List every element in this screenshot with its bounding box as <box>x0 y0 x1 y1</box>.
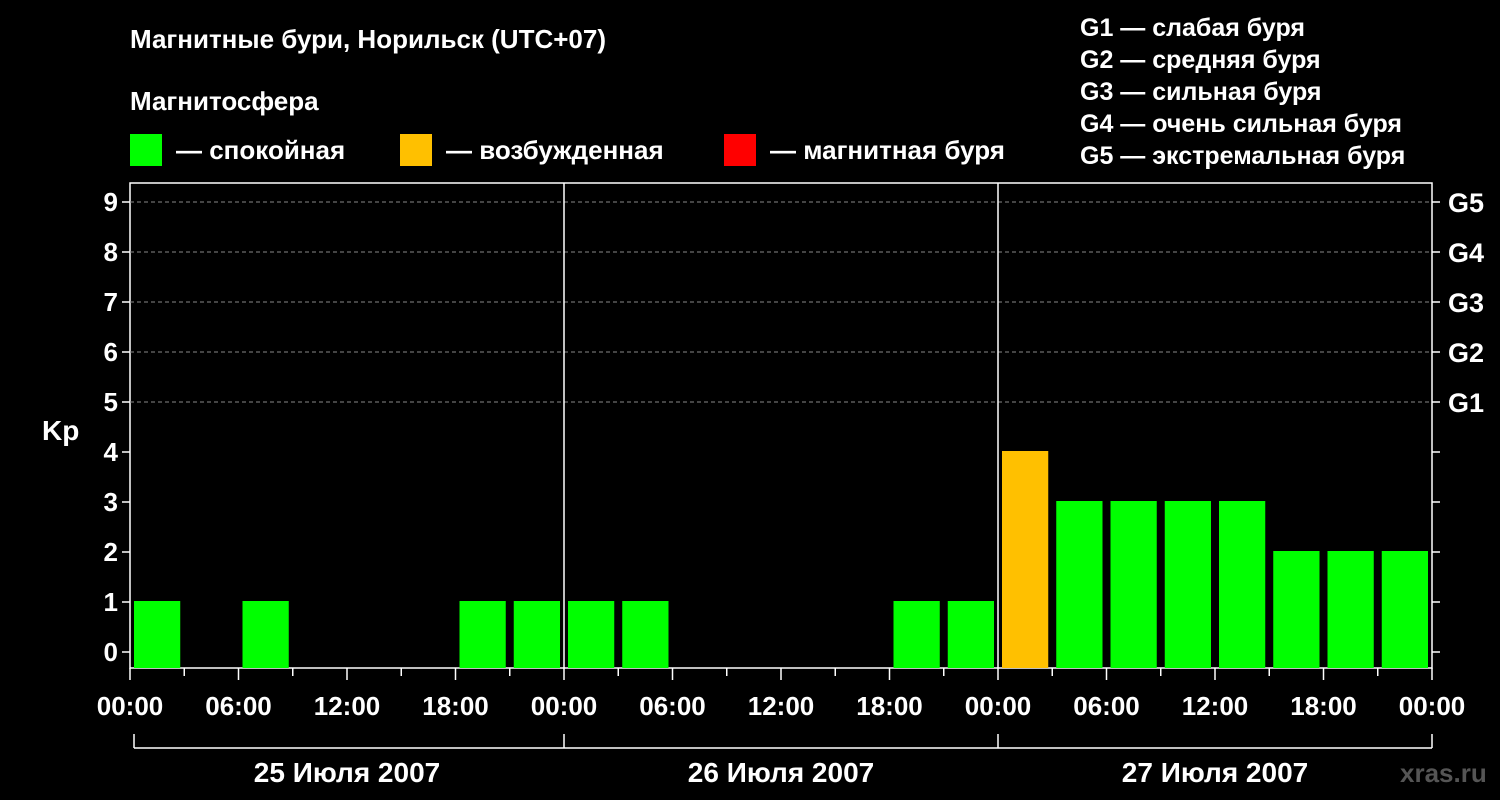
kp-bar <box>1164 501 1211 668</box>
day-label: 26 Июля 2007 <box>688 757 874 788</box>
y-tick-label: 7 <box>104 287 118 317</box>
x-tick-label: 06:00 <box>1073 691 1140 721</box>
y-tick-label: 2 <box>104 537 118 567</box>
kp-bar <box>893 601 940 668</box>
x-tick-label: 06:00 <box>205 691 272 721</box>
kp-bar-end <box>1398 601 1428 668</box>
x-tick-label: 18:00 <box>856 691 923 721</box>
x-tick-label: 00:00 <box>965 691 1032 721</box>
y-tick-label: 0 <box>104 637 118 667</box>
x-tick-label: 12:00 <box>314 691 381 721</box>
x-tick-label: 06:00 <box>639 691 706 721</box>
g-level-label: G3 <box>1448 288 1484 318</box>
kp-bar <box>1056 501 1103 668</box>
kp-bar <box>459 601 506 668</box>
g-level-label: G4 <box>1448 238 1484 268</box>
y-tick-label: 3 <box>104 487 118 517</box>
kp-bar <box>947 601 994 668</box>
day-label: 25 Июля 2007 <box>254 757 440 788</box>
y-tick-label: 6 <box>104 337 118 367</box>
x-tick-label: 00:00 <box>531 691 598 721</box>
x-tick-label: 18:00 <box>422 691 489 721</box>
day-label: 27 Июля 2007 <box>1122 757 1308 788</box>
g-level-label: G2 <box>1448 338 1484 368</box>
x-tick-label: 12:00 <box>748 691 815 721</box>
x-tick-label: 12:00 <box>1182 691 1249 721</box>
x-tick-label: 18:00 <box>1290 691 1357 721</box>
kp-bar <box>622 601 669 668</box>
kp-bar <box>1219 501 1266 668</box>
watermark: xras.ru <box>1400 758 1487 788</box>
kp-bar <box>513 601 560 668</box>
kp-chart: 0 1 2 3 4 5 6 7 8 9 Kp G1 G2 G3 G4 G5 00:00 06:00 12:00 18:… <box>42 182 1484 788</box>
x-tick-label: 00:00 <box>97 691 164 721</box>
kp-bar <box>1002 451 1049 668</box>
y-tick-label: 9 <box>104 187 118 217</box>
kp-bar <box>568 601 615 668</box>
y-tick-label: 8 <box>104 237 118 267</box>
y-axis-label: Kp <box>42 415 79 446</box>
g-level-label: G1 <box>1448 388 1484 418</box>
y-tick-label: 5 <box>104 387 118 417</box>
g-level-label: G5 <box>1448 188 1484 218</box>
x-tick-label: 00:00 <box>1399 691 1466 721</box>
y-tick-label: 1 <box>104 587 118 617</box>
kp-bar-start <box>136 601 150 668</box>
y-tick-label: 4 <box>104 437 119 467</box>
kp-bar <box>1110 501 1157 668</box>
kp-bar <box>242 601 289 668</box>
kp-bar <box>1327 551 1374 668</box>
kp-bar <box>1273 551 1320 668</box>
